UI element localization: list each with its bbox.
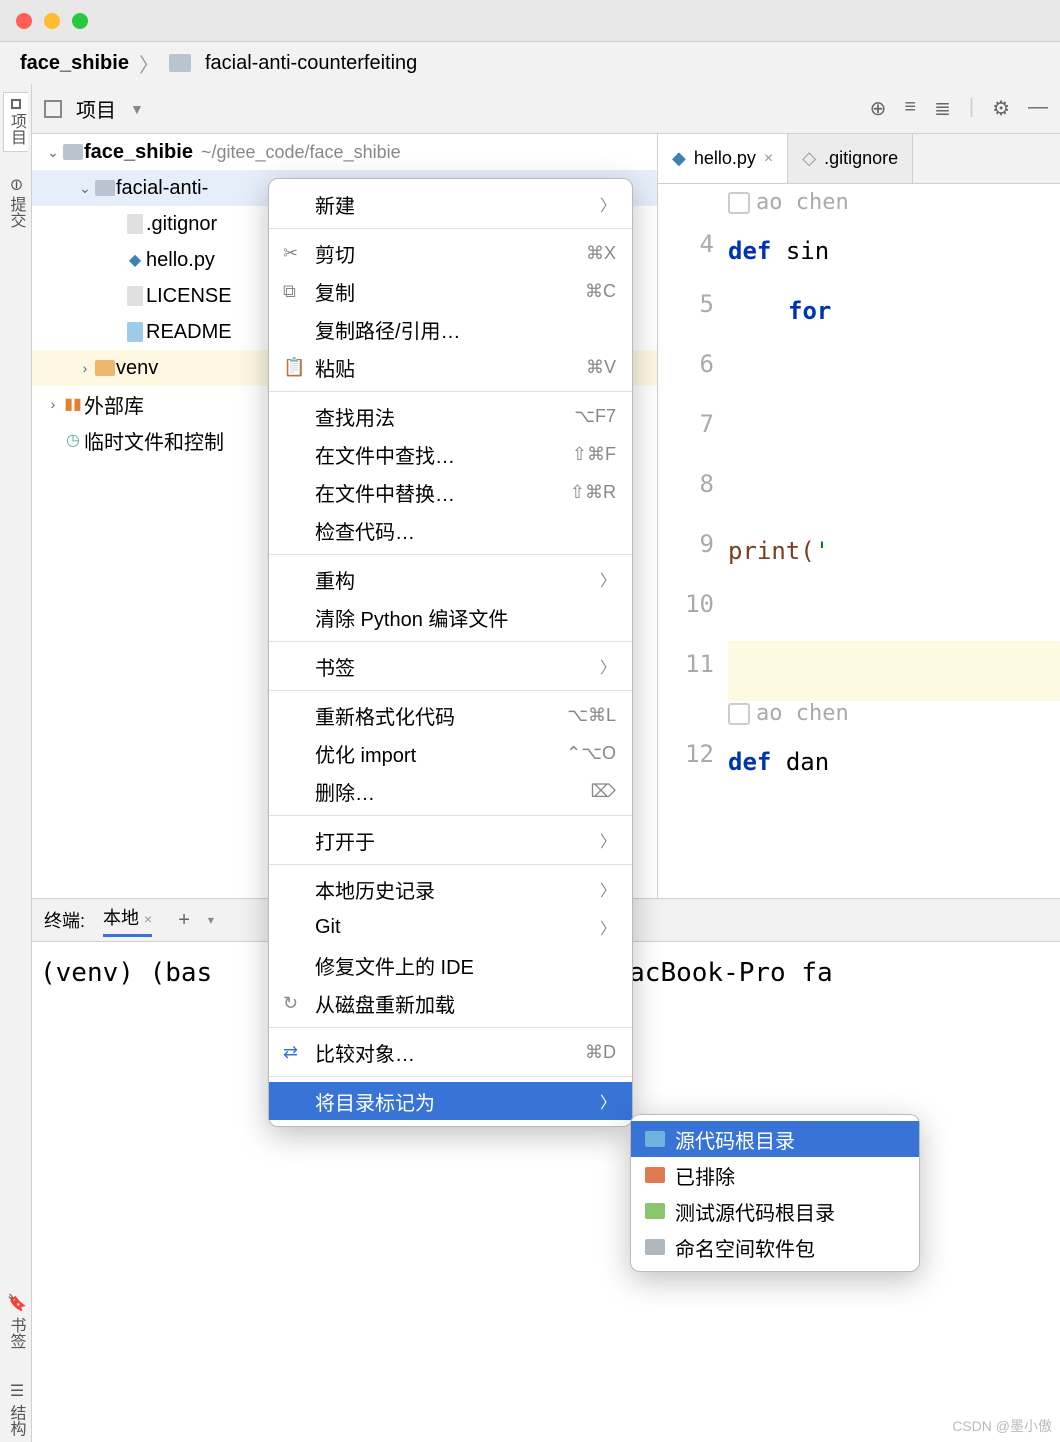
- gitignore-file-icon: ◇: [802, 148, 816, 169]
- reload-icon: ↻: [283, 993, 298, 1014]
- cm-git[interactable]: Git〉: [269, 908, 632, 946]
- cm-copy[interactable]: ⧉复制⌘C: [269, 272, 632, 310]
- copy-icon: ⧉: [283, 281, 296, 302]
- sm-source-root[interactable]: 源代码根目录: [631, 1121, 919, 1157]
- collapse-icon[interactable]: ≣: [934, 96, 951, 121]
- cm-refactor[interactable]: 重构〉: [269, 560, 632, 598]
- cm-open-in[interactable]: 打开于〉: [269, 821, 632, 859]
- project-view-icon: [44, 100, 62, 118]
- gear-icon[interactable]: ⚙: [992, 96, 1010, 121]
- mark-directory-submenu: 源代码根目录 已排除 测试源代码根目录 命名空间软件包: [630, 1114, 920, 1272]
- sidebar-tab-structure[interactable]: ☰ 结构: [4, 1375, 28, 1442]
- editor-tabs: ◆ hello.py × ◇ .gitignore: [658, 134, 1060, 184]
- cm-cut[interactable]: ✂剪切⌘X: [269, 234, 632, 272]
- editor-area: ◆ hello.py × ◇ .gitignore 456789101112 a…: [657, 134, 1060, 898]
- folder-icon-blue: [645, 1131, 665, 1147]
- context-menu: 新建〉 ✂剪切⌘X ⧉复制⌘C 复制路径/引用… 📋粘贴⌘V 查找用法⌥F7 在…: [268, 178, 633, 1127]
- cm-local-history[interactable]: 本地历史记录〉: [269, 870, 632, 908]
- expand-icon[interactable]: ≡: [904, 96, 916, 121]
- cm-new[interactable]: 新建〉: [269, 185, 632, 223]
- cm-mark-directory[interactable]: 将目录标记为〉: [269, 1082, 632, 1120]
- line-gutter: 456789101112: [658, 184, 728, 898]
- sidebar-tab-commit[interactable]: ⊖ 提交: [4, 172, 28, 234]
- folder-icon-gray: [645, 1239, 665, 1255]
- divider: |: [969, 96, 974, 121]
- left-sidebar: 项目 ⊖ 提交 🔖 书签 ☰ 结构: [0, 84, 32, 1442]
- author-annotation: ao chen: [728, 190, 1060, 215]
- cm-find-in-files[interactable]: 在文件中查找…⇧⌘F: [269, 435, 632, 473]
- minimize-panel-icon[interactable]: —: [1028, 96, 1048, 121]
- paste-icon: 📋: [283, 357, 305, 378]
- terminal-title: 终端:: [44, 907, 85, 933]
- watermark: CSDN @墨小傲: [952, 1416, 1052, 1436]
- author-annotation-2: ao chen: [728, 701, 1060, 726]
- cut-icon: ✂: [283, 243, 298, 264]
- cm-repair-ide[interactable]: 修复文件上的 IDE: [269, 946, 632, 984]
- sm-namespace[interactable]: 命名空间软件包: [631, 1229, 919, 1265]
- titlebar: [0, 0, 1060, 42]
- maximize-window-button[interactable]: [72, 13, 88, 29]
- cm-copy-path[interactable]: 复制路径/引用…: [269, 310, 632, 348]
- code-editor[interactable]: 456789101112 ao chen def sin for print('…: [658, 184, 1060, 898]
- sidebar-tab-bookmarks[interactable]: 🔖 书签: [4, 1287, 28, 1355]
- sm-test-root[interactable]: 测试源代码根目录: [631, 1193, 919, 1229]
- panel-label[interactable]: 项目: [76, 94, 116, 123]
- target-icon[interactable]: ⊕: [870, 96, 887, 121]
- cm-reformat[interactable]: 重新格式化代码⌥⌘L: [269, 696, 632, 734]
- cm-find-usages[interactable]: 查找用法⌥F7: [269, 397, 632, 435]
- compare-icon: ⇄: [283, 1042, 298, 1063]
- chevron-down-icon[interactable]: ▾: [208, 913, 214, 927]
- cm-delete[interactable]: 删除…⌦: [269, 772, 632, 810]
- tree-root[interactable]: ⌄ face_shibie~/gitee_code/face_shibie: [32, 134, 657, 170]
- folder-icon-green: [645, 1203, 665, 1219]
- breadcrumb: face_shibie 〉 facial-anti-counterfeiting: [0, 42, 1060, 84]
- folder-icon-orange: [645, 1167, 665, 1183]
- close-window-button[interactable]: [16, 13, 32, 29]
- cm-paste[interactable]: 📋粘贴⌘V: [269, 348, 632, 386]
- cm-clean-pyc[interactable]: 清除 Python 编译文件: [269, 598, 632, 636]
- cm-optimize-import[interactable]: 优化 import⌃⌥O: [269, 734, 632, 772]
- breadcrumb-child[interactable]: facial-anti-counterfeiting: [205, 52, 417, 75]
- minimize-window-button[interactable]: [44, 13, 60, 29]
- sidebar-tab-project[interactable]: 项目: [3, 92, 28, 152]
- cm-reload[interactable]: ↻从磁盘重新加载: [269, 984, 632, 1022]
- python-file-icon: ◆: [672, 148, 686, 169]
- tab-hello-py[interactable]: ◆ hello.py ×: [658, 134, 788, 183]
- sm-excluded[interactable]: 已排除: [631, 1157, 919, 1193]
- cm-bookmark[interactable]: 书签〉: [269, 647, 632, 685]
- cm-replace-in-files[interactable]: 在文件中替换…⇧⌘R: [269, 473, 632, 511]
- cm-inspect[interactable]: 检查代码…: [269, 511, 632, 549]
- project-panel-toolbar: 项目 ▼ ⊕ ≡ ≣ | ⚙ —: [32, 84, 1060, 134]
- cm-compare[interactable]: ⇄比较对象…⌘D: [269, 1033, 632, 1071]
- close-icon[interactable]: ×: [764, 150, 773, 168]
- chevron-down-icon[interactable]: ▼: [130, 101, 144, 117]
- breadcrumb-root[interactable]: face_shibie: [20, 52, 129, 75]
- folder-icon: [169, 54, 191, 72]
- tab-gitignore[interactable]: ◇ .gitignore: [788, 134, 913, 183]
- chevron-right-icon: 〉: [139, 49, 159, 78]
- add-terminal-button[interactable]: +: [178, 909, 190, 932]
- terminal-tab-local[interactable]: 本地 ×: [103, 904, 152, 937]
